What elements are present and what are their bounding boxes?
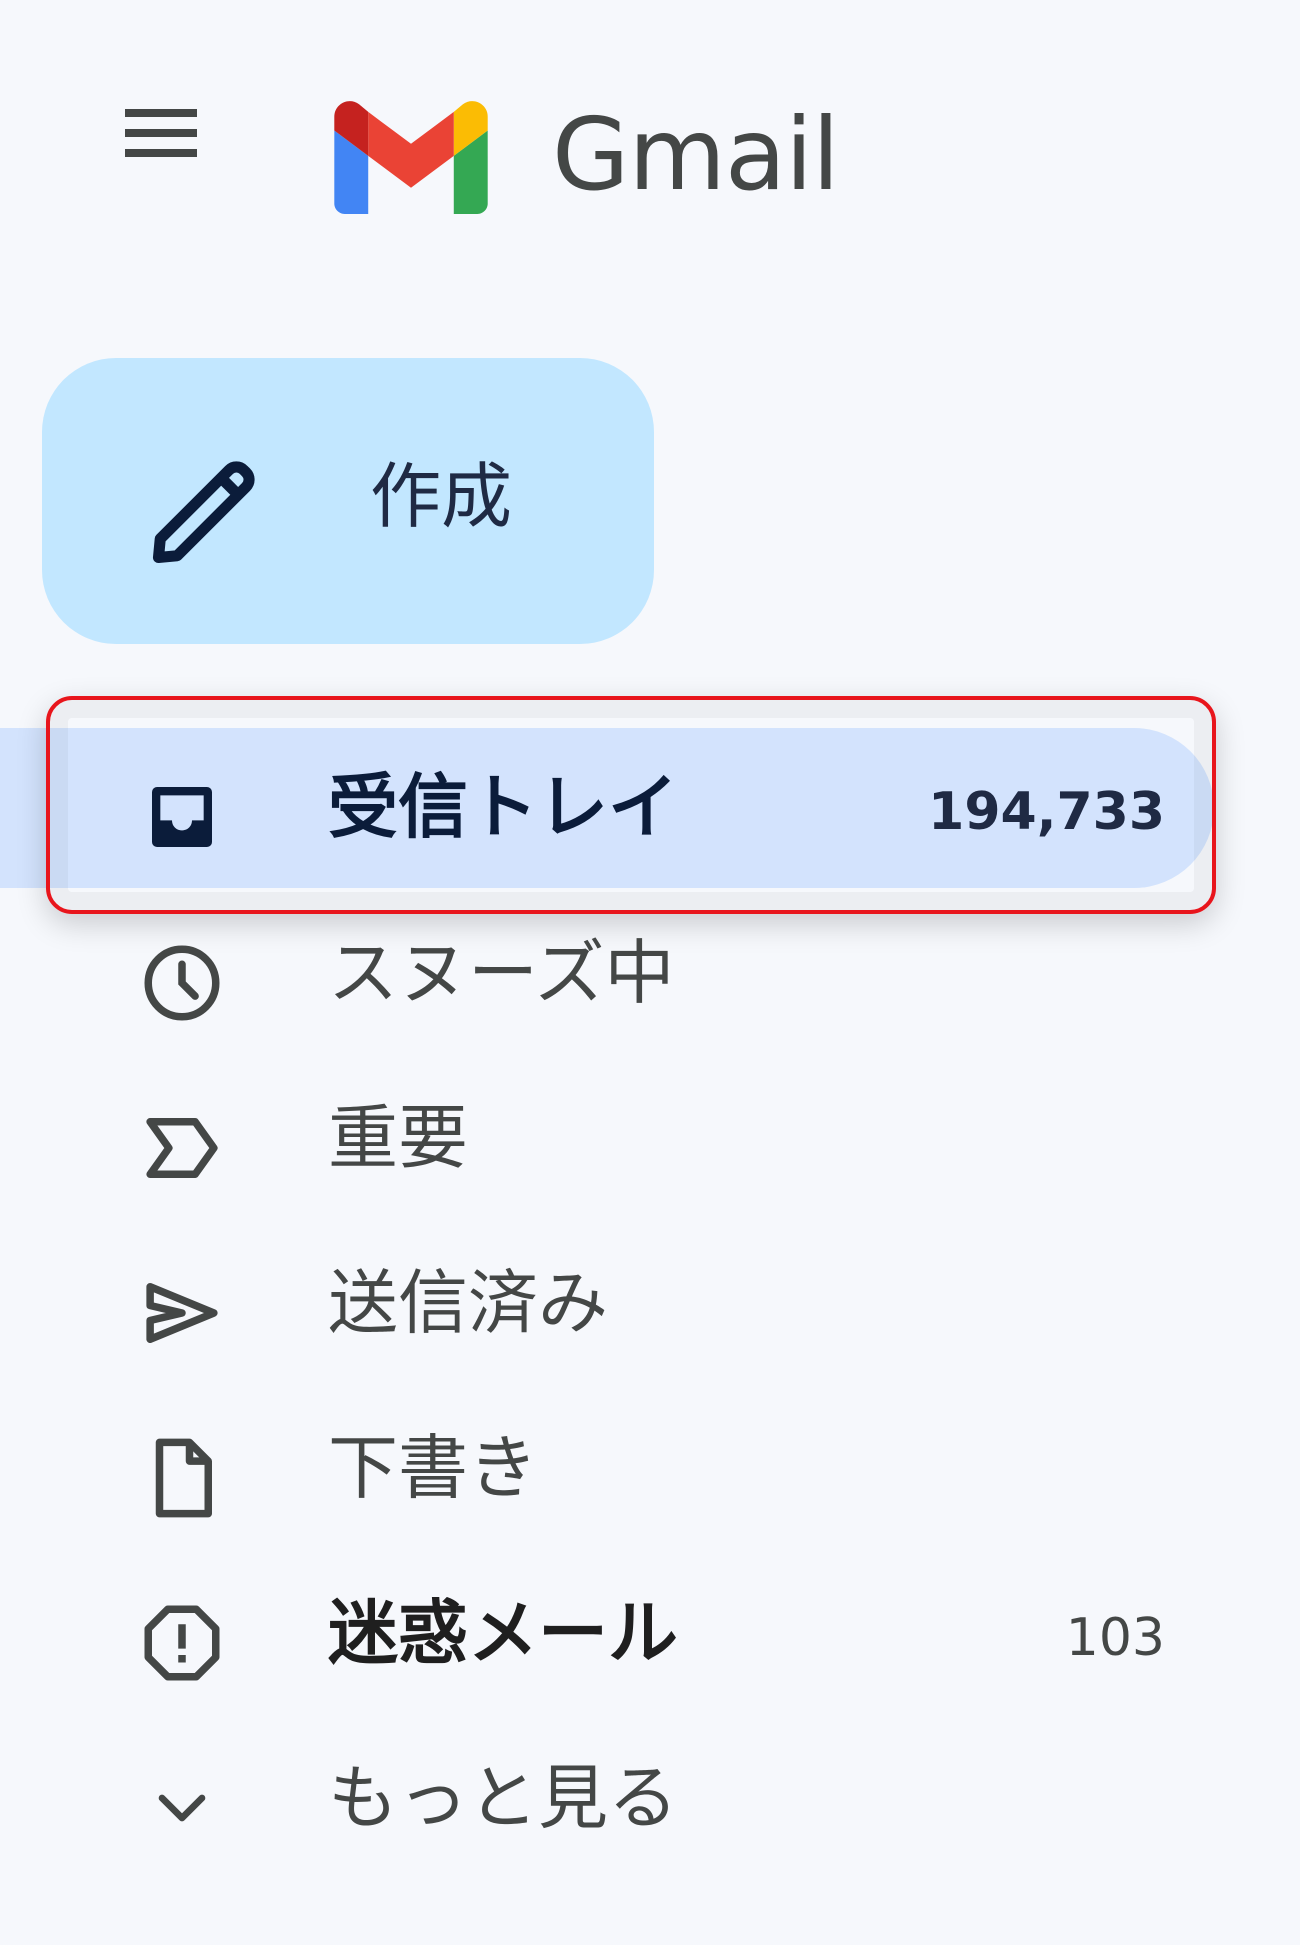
hamburger-menu-icon — [125, 109, 197, 157]
draft-icon — [132, 1428, 232, 1528]
nav-item-label: もっと見る — [328, 1757, 678, 1839]
compose-button[interactable]: 作成 — [42, 358, 654, 644]
nav-item-label: 送信済み — [328, 1262, 608, 1344]
compose-label: 作成 — [370, 455, 513, 538]
nav-item-label: スヌーズ中 — [328, 932, 675, 1014]
nav-item-important[interactable]: 重要 — [0, 1063, 1215, 1213]
pencil-icon — [152, 461, 255, 564]
chevron-down-icon — [132, 1758, 232, 1858]
nav-item-drafts[interactable]: 下書き — [0, 1393, 1215, 1543]
send-icon — [132, 1263, 232, 1363]
spam-icon — [132, 1593, 232, 1693]
inbox-icon — [132, 767, 232, 867]
main-menu-button[interactable] — [96, 68, 226, 198]
nav-item-label: 受信トレイ — [328, 766, 678, 848]
nav-item-spam[interactable]: 迷惑メール 103 — [0, 1558, 1215, 1708]
clock-icon — [132, 933, 232, 1033]
important-label-icon — [132, 1098, 232, 1198]
unread-count: 194,733 — [928, 782, 1165, 842]
unread-count: 103 — [1065, 1608, 1165, 1668]
nav-item-inbox[interactable]: 受信トレイ 194,733 — [0, 732, 1215, 882]
nav-item-sent[interactable]: 送信済み — [0, 1228, 1215, 1378]
nav-item-more[interactable]: もっと見る — [0, 1723, 1215, 1873]
nav-item-label: 重要 — [328, 1097, 468, 1179]
nav-item-snoozed[interactable]: スヌーズ中 — [0, 898, 1215, 1048]
app-title: Gmail — [552, 96, 840, 213]
gmail-logo-link[interactable]: Gmail — [332, 95, 840, 215]
gmail-m-logo — [334, 101, 488, 214]
nav-item-label: 下書き — [328, 1427, 538, 1509]
nav-item-label: 迷惑メール — [328, 1592, 678, 1674]
